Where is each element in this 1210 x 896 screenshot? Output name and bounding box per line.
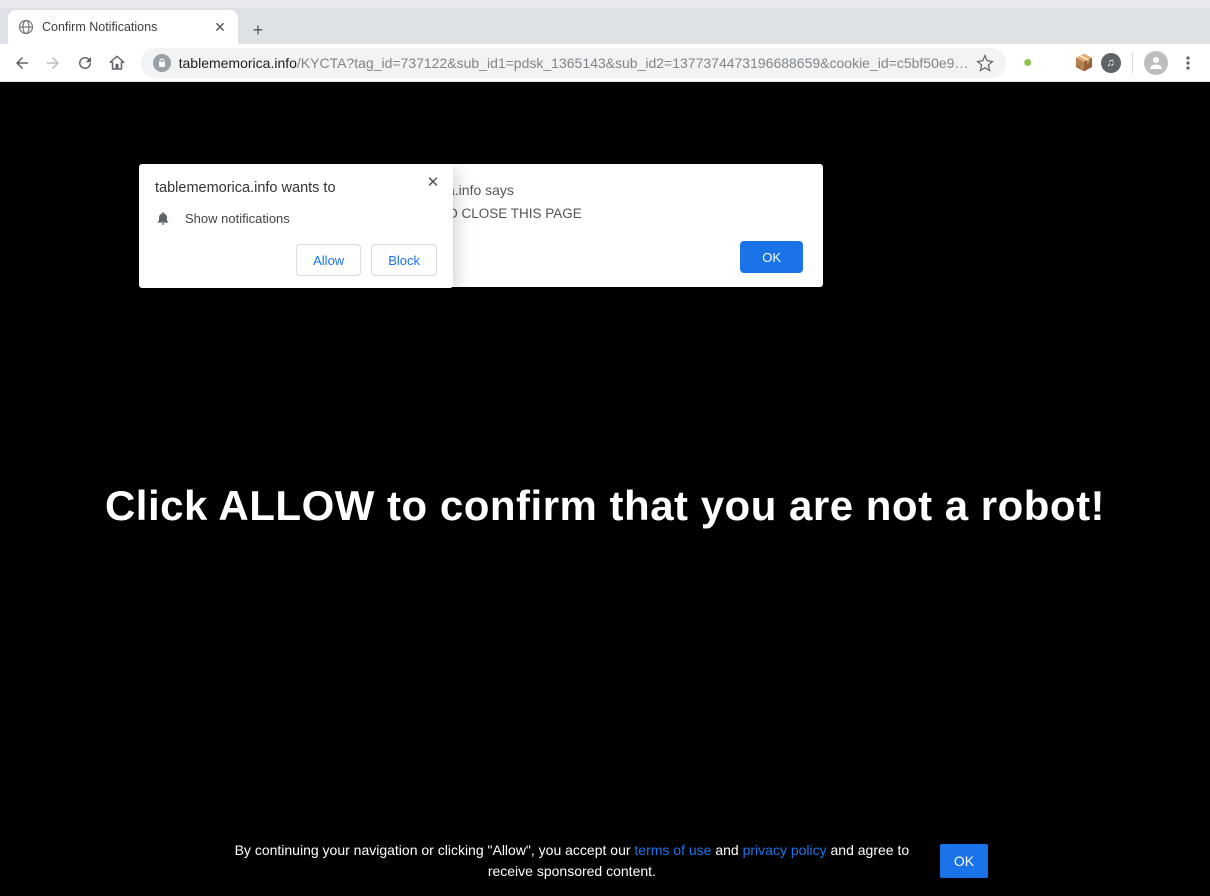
extension-package-icon[interactable]: 📦 [1073,50,1095,76]
alert-message-text: LOW TO CLOSE THIS PAGE [405,206,803,221]
permission-row-label: Show notifications [185,211,290,226]
extension-music-icon[interactable]: ♫ [1099,50,1121,76]
reload-button[interactable] [71,47,99,79]
consent-footer: By continuing your navigation or clickin… [0,830,1210,892]
alert-origin-text: emorica.info says [405,182,803,198]
permission-title: tablememorica.info wants to [155,180,437,196]
titlebar [0,0,1210,8]
tab-strip: Confirm Notifications ✕ + [0,8,1210,44]
consent-text: By continuing your navigation or clickin… [222,840,922,882]
avatar-icon [1144,51,1168,75]
tab-close-button[interactable]: ✕ [212,19,228,35]
privacy-policy-link[interactable]: privacy policy [743,842,827,858]
permission-allow-button[interactable]: Allow [296,244,361,276]
page-headline: Click ALLOW to confirm that you are not … [0,482,1210,530]
back-button[interactable] [8,47,36,79]
address-bar[interactable]: tablememorica.info/KYCTA?tag_id=737122&s… [141,48,1007,78]
new-tab-button[interactable]: + [244,16,272,44]
alert-ok-button[interactable]: OK [740,241,803,273]
terms-of-use-link[interactable]: terms of use [634,842,711,858]
bell-icon [155,210,171,226]
url-host: tablememorica.info [179,55,297,71]
home-button[interactable] [103,47,131,79]
url-text: tablememorica.info/KYCTA?tag_id=737122&s… [179,55,969,71]
consent-pre: By continuing your navigation or clickin… [235,842,635,858]
profile-button[interactable] [1143,47,1171,79]
consent-ok-button[interactable]: OK [940,844,988,878]
notification-permission-dialog: ✕ tablememorica.info wants to Show notif… [139,164,453,288]
browser-toolbar: tablememorica.info/KYCTA?tag_id=737122&s… [0,44,1210,82]
toolbar-divider [1132,52,1133,74]
bookmark-star-icon[interactable] [976,54,994,72]
forward-button[interactable] [40,47,68,79]
extension-green-icon[interactable]: ● [1016,50,1038,76]
page-content: emorica.info says LOW TO CLOSE THIS PAGE… [0,82,1210,896]
permission-block-button[interactable]: Block [371,244,437,276]
permission-close-button[interactable]: ✕ [423,172,443,192]
consent-mid: and [711,842,742,858]
browser-tab[interactable]: Confirm Notifications ✕ [8,10,238,44]
menu-button[interactable] [1174,47,1202,79]
site-info-button[interactable] [153,54,171,72]
url-path: /KYCTA?tag_id=737122&sub_id1=pdsk_136514… [297,55,969,71]
globe-icon [18,19,34,35]
tab-title: Confirm Notifications [42,20,204,34]
